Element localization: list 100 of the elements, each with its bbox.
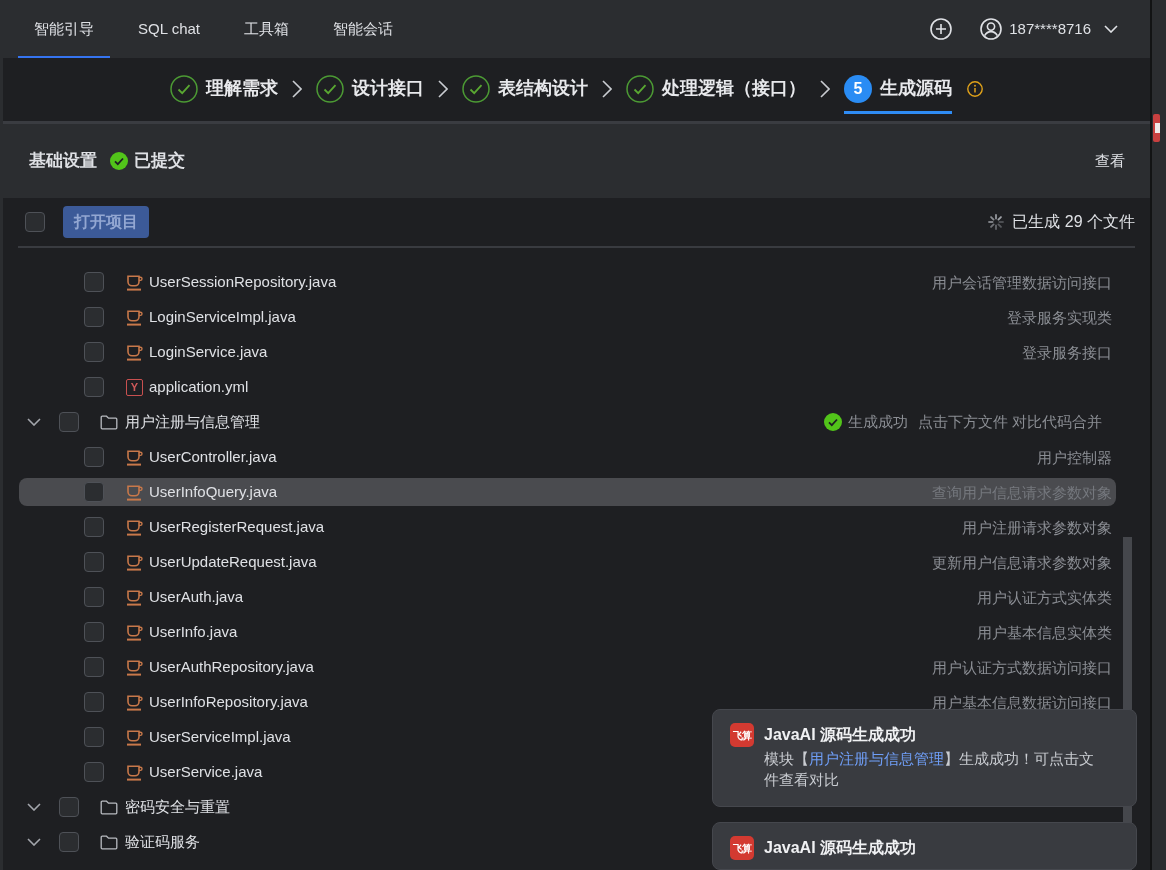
file-name: UserInfo.java: [149, 621, 238, 642]
file-row[interactable]: UserInfo.java 用户基本信息实体类: [19, 618, 1116, 646]
file-description: 登录服务实现类: [1007, 309, 1112, 325]
chevron-right-icon: [602, 80, 612, 98]
chevron-right-icon: [292, 80, 302, 98]
chevron-down-icon[interactable]: [27, 838, 41, 846]
checkbox[interactable]: [59, 797, 79, 817]
view-link[interactable]: 查看: [1095, 149, 1125, 173]
cup-icon: [126, 518, 143, 536]
file-name: UserController.java: [149, 446, 277, 467]
file-row[interactable]: UserSessionRepository.java 用户会话管理数据访问接口: [19, 268, 1116, 296]
step-number: 5: [844, 74, 872, 103]
folder-name: 密码安全与重置: [125, 796, 230, 817]
checkbox[interactable]: [84, 552, 104, 572]
checkbox[interactable]: [59, 832, 79, 852]
cup-icon: [126, 483, 143, 501]
file-description: 更新用户信息请求参数对象: [932, 554, 1112, 570]
cup-icon: [126, 658, 143, 676]
file-description: 用户注册请求参数对象: [962, 519, 1112, 535]
folder-icon: [100, 799, 118, 815]
file-name: UserAuthRepository.java: [149, 656, 314, 677]
user-icon: [980, 18, 1003, 40]
success-icon: [823, 413, 842, 431]
checkbox[interactable]: [84, 762, 104, 782]
file-row[interactable]: UserRegisterRequest.java 用户注册请求参数对象: [19, 513, 1116, 541]
file-description: 用户会话管理数据访问接口: [932, 274, 1112, 290]
checkbox[interactable]: [25, 212, 45, 232]
file-name: UserService.java: [149, 761, 263, 782]
checkbox[interactable]: [84, 342, 104, 362]
file-name: UserUpdateRequest.java: [149, 551, 317, 572]
file-row[interactable]: Y application.yml: [19, 373, 1116, 401]
checkbox[interactable]: [84, 377, 104, 397]
checkbox[interactable]: [84, 657, 104, 677]
cup-icon: [126, 623, 143, 641]
cup-icon: [126, 273, 143, 291]
chevron-right-icon: [820, 80, 830, 98]
progress-text: 已生成 29 个文件: [1012, 212, 1135, 232]
file-row[interactable]: LoginServiceImpl.java 登录服务实现类: [19, 303, 1116, 331]
file-description: 登录服务接口: [1022, 344, 1112, 360]
app-icon[interactable]: [1152, 114, 1160, 142]
checkbox[interactable]: [84, 447, 104, 467]
checkbox[interactable]: [84, 727, 104, 747]
notification-title: JavaAI 源码生成成功: [764, 838, 917, 858]
folder-icon: [100, 414, 118, 430]
yaml-file-icon: Y: [126, 378, 143, 396]
step-tab[interactable]: 处理逻辑（接口）: [626, 58, 806, 114]
account-button[interactable]: 187****8716: [980, 17, 1118, 41]
chevron-down-icon[interactable]: [27, 803, 41, 811]
file-row[interactable]: UserAuth.java 用户认证方式实体类: [19, 583, 1116, 611]
checkbox[interactable]: [84, 692, 104, 712]
checkbox[interactable]: [84, 272, 104, 292]
file-name: UserAuth.java: [149, 586, 244, 607]
file-name: LoginService.java: [149, 341, 268, 362]
status-text: 生成成功: [847, 411, 908, 432]
nav-tab[interactable]: 工具箱: [228, 0, 305, 58]
nav-tab[interactable]: 智能会话: [317, 0, 409, 58]
file-row[interactable]: UserController.java 用户控制器: [19, 443, 1116, 471]
file-name: LoginServiceImpl.java: [149, 306, 296, 327]
chevron-down-icon[interactable]: [27, 418, 41, 426]
checkbox[interactable]: [84, 622, 104, 642]
app-logo: 飞算: [730, 723, 754, 747]
cup-icon: [126, 763, 143, 781]
file-description: 用户认证方式数据访问接口: [932, 659, 1112, 675]
step-tab[interactable]: 表结构设计: [462, 58, 588, 114]
module-link[interactable]: 用户注册与信息管理: [809, 750, 944, 767]
step-tab[interactable]: 设计接口: [316, 58, 424, 114]
checkbox[interactable]: [84, 482, 104, 502]
add-icon[interactable]: [930, 18, 953, 40]
file-row[interactable]: LoginService.java 登录服务接口: [19, 338, 1116, 366]
panel-title: 基础设置: [29, 150, 97, 173]
nav-tab[interactable]: 智能引导: [18, 0, 110, 58]
chevron-down-icon: [1104, 25, 1118, 33]
checkbox[interactable]: [84, 307, 104, 327]
chevron-right-icon: [438, 80, 448, 98]
folder-name: 用户注册与信息管理: [125, 411, 260, 432]
file-name: UserRegisterRequest.java: [149, 516, 325, 537]
cup-icon: [126, 448, 143, 466]
file-name: UserInfoRepository.java: [149, 691, 308, 712]
cup-icon: [126, 343, 143, 361]
app-logo: 飞算: [730, 836, 754, 860]
file-name: UserSessionRepository.java: [149, 271, 337, 292]
notification-title: JavaAI 源码生成成功: [764, 725, 918, 745]
checkbox[interactable]: [84, 517, 104, 537]
cup-icon: [126, 588, 143, 606]
file-name: UserServiceImpl.java: [149, 726, 291, 747]
step-tab[interactable]: 5 生成源码: [844, 58, 952, 114]
notification-message: 模块【用户注册与信息管理】生成成功！可点击文件查看对比: [764, 749, 1095, 790]
status-hint: 点击下方文件 对比代码合并: [917, 411, 1102, 432]
folder-name: 验证码服务: [125, 831, 200, 852]
file-row[interactable]: UserAuthRepository.java 用户认证方式数据访问接口: [19, 653, 1116, 681]
checkbox[interactable]: [84, 587, 104, 607]
step-tab[interactable]: 理解需求: [170, 58, 278, 114]
checkbox[interactable]: [59, 412, 79, 432]
folder-icon: [100, 834, 118, 850]
cup-icon: [126, 693, 143, 711]
file-name: application.yml: [149, 376, 249, 397]
info-icon[interactable]: [967, 81, 983, 97]
file-row[interactable]: UserUpdateRequest.java 更新用户信息请求参数对象: [19, 548, 1116, 576]
file-description: 用户控制器: [1037, 449, 1112, 465]
nav-tab[interactable]: SQL chat: [122, 0, 216, 58]
